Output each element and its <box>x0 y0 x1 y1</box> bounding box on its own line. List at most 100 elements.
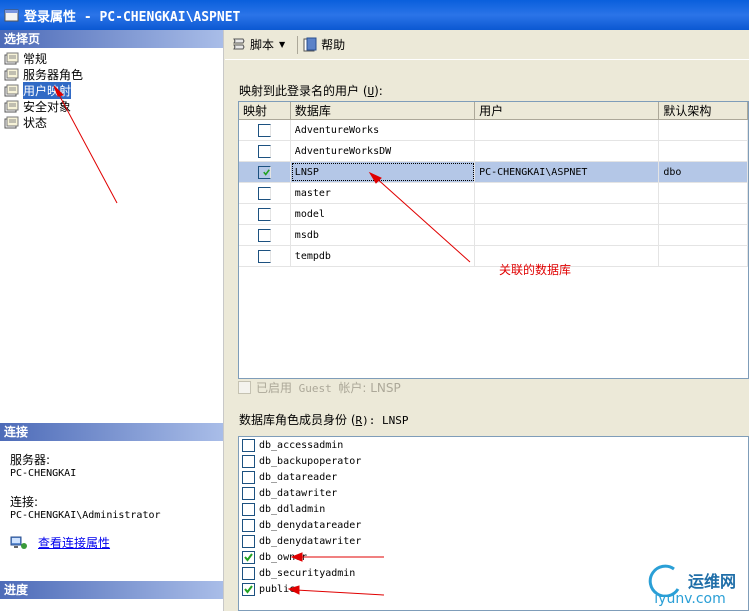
schema-cell[interactable] <box>659 183 748 203</box>
role-checkbox[interactable] <box>242 438 255 452</box>
mapped-cell <box>239 183 291 203</box>
server-value: PC-CHENGKAI <box>10 468 77 479</box>
progress-header: 进度 <box>0 581 223 599</box>
page-icon <box>4 116 19 128</box>
user-cell[interactable]: PC-CHENGKAI\ASPNET <box>475 162 660 182</box>
watermark: 运维网 iyunv.com <box>644 563 736 607</box>
chevron-down-icon[interactable]: ▼ <box>279 40 285 49</box>
database-cell[interactable]: model <box>291 204 476 224</box>
page-icon <box>4 52 19 64</box>
help-label: 帮助 <box>321 38 346 52</box>
role-checkbox[interactable] <box>242 566 255 580</box>
table-row[interactable]: tempdb <box>239 246 748 267</box>
table-row[interactable]: model <box>239 204 748 225</box>
role-checkbox[interactable] <box>242 582 255 596</box>
role-name: db_securityadmin <box>259 567 356 579</box>
map-checkbox[interactable] <box>257 123 271 137</box>
role-item[interactable]: db_denydatawriter <box>239 533 748 549</box>
role-item[interactable]: db_ddladmin <box>239 501 748 517</box>
page-item-label: 服务器角色 <box>23 67 84 82</box>
table-row[interactable]: AdventureWorksDW <box>239 141 748 162</box>
role-checkbox[interactable] <box>242 534 255 548</box>
role-checkbox[interactable] <box>242 518 255 532</box>
user-cell[interactable] <box>475 225 660 245</box>
database-cell[interactable]: msdb <box>291 225 476 245</box>
connection-info: 服务器: PC-CHENGKAI 连接: PC-CHENGKAI\Adminis… <box>10 451 220 521</box>
user-mapping-grid: 映射 数据库 用户 默认架构 AdventureWorks AdventureWo… <box>238 101 749 379</box>
role-checkbox[interactable] <box>242 550 255 564</box>
map-checkbox[interactable] <box>257 144 271 158</box>
column-header-schema[interactable]: 默认架构 <box>659 102 748 119</box>
database-cell[interactable]: AdventureWorksDW <box>291 141 476 161</box>
page-item-label: 用户映射 <box>23 81 72 99</box>
schema-cell[interactable] <box>659 204 748 224</box>
page-item-label: 安全对象 <box>23 99 72 114</box>
schema-cell[interactable] <box>659 120 748 140</box>
database-cell[interactable]: tempdb <box>291 246 476 266</box>
table-row[interactable]: master <box>239 183 748 204</box>
view-connection-properties-label: 查看连接属性 <box>38 536 111 550</box>
user-cell[interactable] <box>475 120 660 140</box>
role-item[interactable]: db_accessadmin <box>239 437 748 453</box>
main-panel: 脚本 ▼ 帮助 映射到此登录名的用户 (U): 映射 数据库 用户 默认架构 A… <box>225 30 749 611</box>
page-item-1[interactable]: 服务器角色 <box>4 66 83 82</box>
page-list: 常规 服务器角色 用户映射 安全对象 状态 <box>4 50 83 130</box>
view-connection-properties-link[interactable]: 查看连接属性 <box>10 534 110 551</box>
watermark-url: iyunv.com <box>654 591 726 607</box>
role-checkbox[interactable] <box>242 454 255 468</box>
page-item-4[interactable]: 状态 <box>4 114 83 130</box>
user-cell[interactable] <box>475 183 660 203</box>
page-item-2[interactable]: 用户映射 <box>4 81 83 99</box>
map-checkbox[interactable] <box>257 207 271 221</box>
role-name: db_datawriter <box>259 487 338 499</box>
server-label: 服务器: <box>10 453 51 467</box>
column-header-mapped[interactable]: 映射 <box>239 102 291 119</box>
role-checkbox[interactable] <box>242 486 255 500</box>
database-cell[interactable]: LNSP <box>290 162 476 182</box>
table-row[interactable]: AdventureWorks <box>239 120 748 141</box>
role-item[interactable]: db_denydatareader <box>239 517 748 533</box>
page-icon <box>4 68 19 80</box>
schema-cell[interactable] <box>659 141 748 161</box>
page-item-0[interactable]: 常规 <box>4 50 83 66</box>
connection-header: 连接 <box>0 423 223 441</box>
table-row[interactable]: msdb <box>239 225 748 246</box>
mapped-cell <box>239 204 291 224</box>
page-item-3[interactable]: 安全对象 <box>4 98 83 114</box>
schema-cell[interactable] <box>659 246 748 266</box>
database-cell[interactable]: AdventureWorks <box>291 120 476 140</box>
mapped-cell <box>239 246 291 266</box>
script-button[interactable]: 脚本 ▼ <box>231 36 285 53</box>
help-icon <box>303 37 317 51</box>
table-row[interactable]: LNSP PC-CHENGKAI\ASPNET dbo <box>239 162 748 183</box>
role-name: db_owner <box>259 551 308 563</box>
role-name: db_accessadmin <box>259 439 344 451</box>
mapped-cell <box>239 225 291 245</box>
role-item[interactable]: db_datareader <box>239 469 748 485</box>
role-item[interactable]: db_datawriter <box>239 485 748 501</box>
map-checkbox[interactable] <box>257 249 271 263</box>
check-icon <box>244 584 253 594</box>
connection-value: PC-CHENGKAI\Administrator <box>10 510 161 521</box>
guest-checkbox[interactable] <box>238 381 251 394</box>
watermark-brand: 运维网 <box>688 572 737 591</box>
guest-label: 已启用 Guest 帐户: LNSP <box>256 381 401 395</box>
script-label: 脚本 <box>250 38 275 52</box>
schema-cell[interactable]: dbo <box>659 162 748 182</box>
help-button[interactable]: 帮助 <box>302 36 345 53</box>
user-cell[interactable] <box>475 204 660 224</box>
page-item-label: 常规 <box>23 51 48 66</box>
schema-cell[interactable] <box>659 225 748 245</box>
map-checkbox[interactable] <box>257 186 271 200</box>
role-item[interactable]: db_backupoperator <box>239 453 748 469</box>
role-checkbox[interactable] <box>242 502 255 516</box>
column-header-user[interactable]: 用户 <box>475 102 660 119</box>
map-checkbox[interactable] <box>257 165 271 179</box>
database-cell[interactable]: master <box>291 183 476 203</box>
role-checkbox[interactable] <box>242 470 255 484</box>
user-cell[interactable] <box>475 141 660 161</box>
app-icon <box>4 9 19 21</box>
window-title: 登录属性 - PC-CHENGKAI\ASPNET <box>24 9 241 25</box>
map-checkbox[interactable] <box>257 228 271 242</box>
column-header-database[interactable]: 数据库 <box>291 102 476 119</box>
